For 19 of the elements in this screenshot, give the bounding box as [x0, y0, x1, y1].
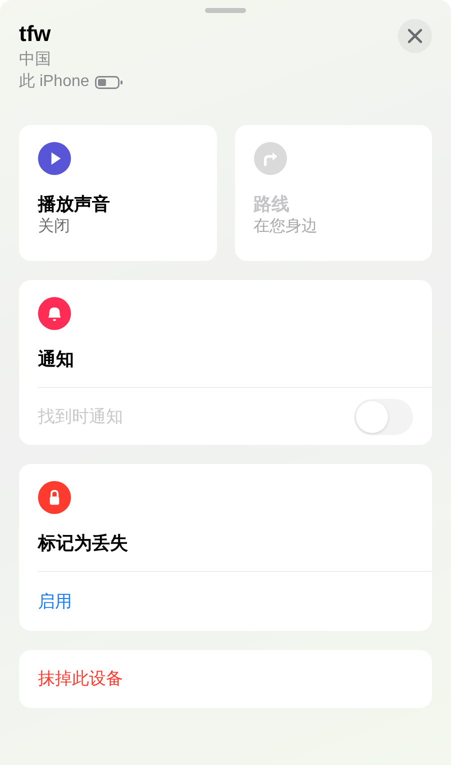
close-button[interactable]: [398, 19, 432, 53]
play-icon: [38, 142, 71, 175]
action-subtitle: 关闭: [38, 216, 70, 237]
device-name: tfw: [19, 20, 52, 48]
close-icon: [408, 29, 422, 43]
action-title: 路线: [254, 193, 290, 216]
lock-icon: [38, 481, 71, 514]
action-subtitle: 在您身边: [254, 216, 318, 237]
device-label: 此 iPhone: [19, 72, 90, 92]
erase-device-button[interactable]: 抹掉此设备: [19, 650, 432, 708]
bell-icon: [38, 297, 71, 330]
grabber[interactable]: [205, 8, 246, 13]
enable-link[interactable]: 启用: [38, 588, 72, 614]
section-title: 通知: [38, 348, 75, 371]
action-card[interactable]: 播放声音 关闭: [19, 125, 216, 261]
location-text: 中国: [19, 50, 52, 70]
action-title: 播放声音: [38, 193, 110, 216]
section-title: 标记为丢失: [38, 532, 129, 555]
battery-icon: [95, 76, 124, 88]
